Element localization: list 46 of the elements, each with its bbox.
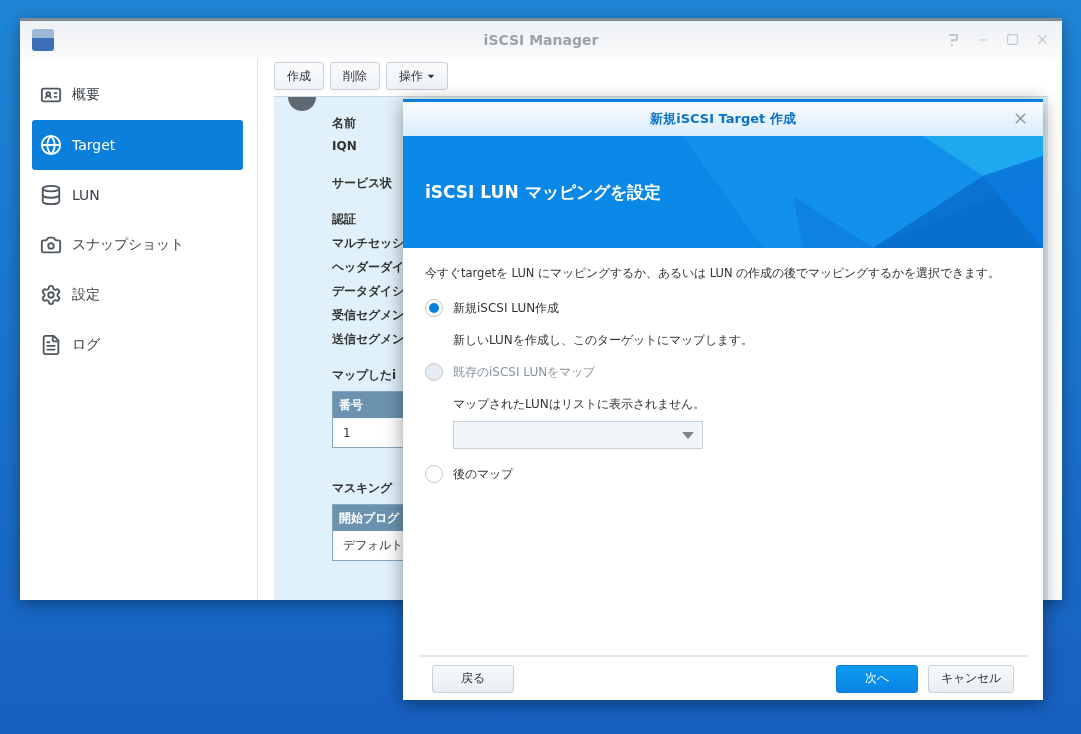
close-icon[interactable] bbox=[1035, 32, 1050, 47]
table-cell-text: 1 bbox=[342, 424, 352, 442]
caret-icon bbox=[427, 72, 435, 80]
dialog-title: 新規iSCSI Target 作成 bbox=[650, 110, 796, 128]
field-label: マルチセッシ bbox=[332, 235, 404, 252]
radio-option[interactable]: 後のマップ bbox=[425, 459, 1021, 489]
sidebar-item[interactable]: ログ bbox=[32, 320, 243, 370]
radio-option[interactable]: 新規iSCSI LUN作成 bbox=[425, 293, 1021, 323]
toolbar-button[interactable]: 削除 bbox=[330, 62, 380, 90]
database-icon bbox=[40, 184, 62, 206]
field-label: データダイシ bbox=[332, 283, 404, 300]
field-label: 受信セグメン bbox=[332, 307, 404, 324]
document-icon bbox=[40, 334, 62, 356]
sidebar-item[interactable]: Target bbox=[32, 120, 243, 170]
secondary-button[interactable]: キャンセル bbox=[928, 664, 1014, 693]
field-label: IQN bbox=[332, 139, 357, 155]
description-text: 今すぐtargetを LUN にマッピングするか、あるいは LUN の作成の後でマッピングするかを選択できます。 bbox=[425, 266, 1002, 281]
option-note: マップされたLUNはリストに表示されません。 bbox=[452, 395, 706, 413]
field-label: 名前 bbox=[332, 115, 356, 132]
section-title: マップしたi bbox=[332, 367, 397, 384]
caret-icon bbox=[682, 431, 694, 439]
dialog-heading: iSCSI LUN マッピングを設定 bbox=[425, 180, 661, 204]
option-note: 新しいLUNを作成し、このターゲットにマップします。 bbox=[452, 331, 754, 349]
field-label: サービス状 bbox=[332, 175, 392, 192]
toolbar-button[interactable]: 操作 bbox=[386, 62, 448, 90]
sidebar-item[interactable]: 設定 bbox=[32, 270, 243, 320]
sidebar-item[interactable]: LUN bbox=[32, 170, 243, 220]
help-icon[interactable] bbox=[947, 32, 960, 47]
camera-icon bbox=[40, 234, 62, 256]
field-label: 認証 bbox=[332, 211, 356, 228]
field-label: ヘッダーダイ bbox=[332, 259, 404, 276]
sidebar-item[interactable]: スナップショット bbox=[32, 220, 243, 270]
maximize-icon[interactable] bbox=[1006, 33, 1019, 46]
table-cell-text: デフォルト bbox=[342, 537, 404, 554]
section-title: マスキング bbox=[332, 480, 392, 497]
gear-icon bbox=[40, 284, 62, 306]
radio-button[interactable] bbox=[425, 465, 443, 483]
radio-button[interactable] bbox=[425, 299, 443, 317]
window-title: iSCSI Manager bbox=[482, 31, 600, 48]
globe-icon bbox=[40, 134, 62, 156]
secondary-button[interactable]: 戻る bbox=[432, 664, 514, 693]
toolbar-button[interactable]: 作成 bbox=[274, 62, 324, 90]
app-icon bbox=[32, 28, 54, 51]
sidebar-item[interactable]: 概要 bbox=[32, 70, 243, 120]
field-label: 送信セグメン bbox=[332, 331, 404, 348]
lun-dropdown[interactable] bbox=[453, 421, 703, 449]
